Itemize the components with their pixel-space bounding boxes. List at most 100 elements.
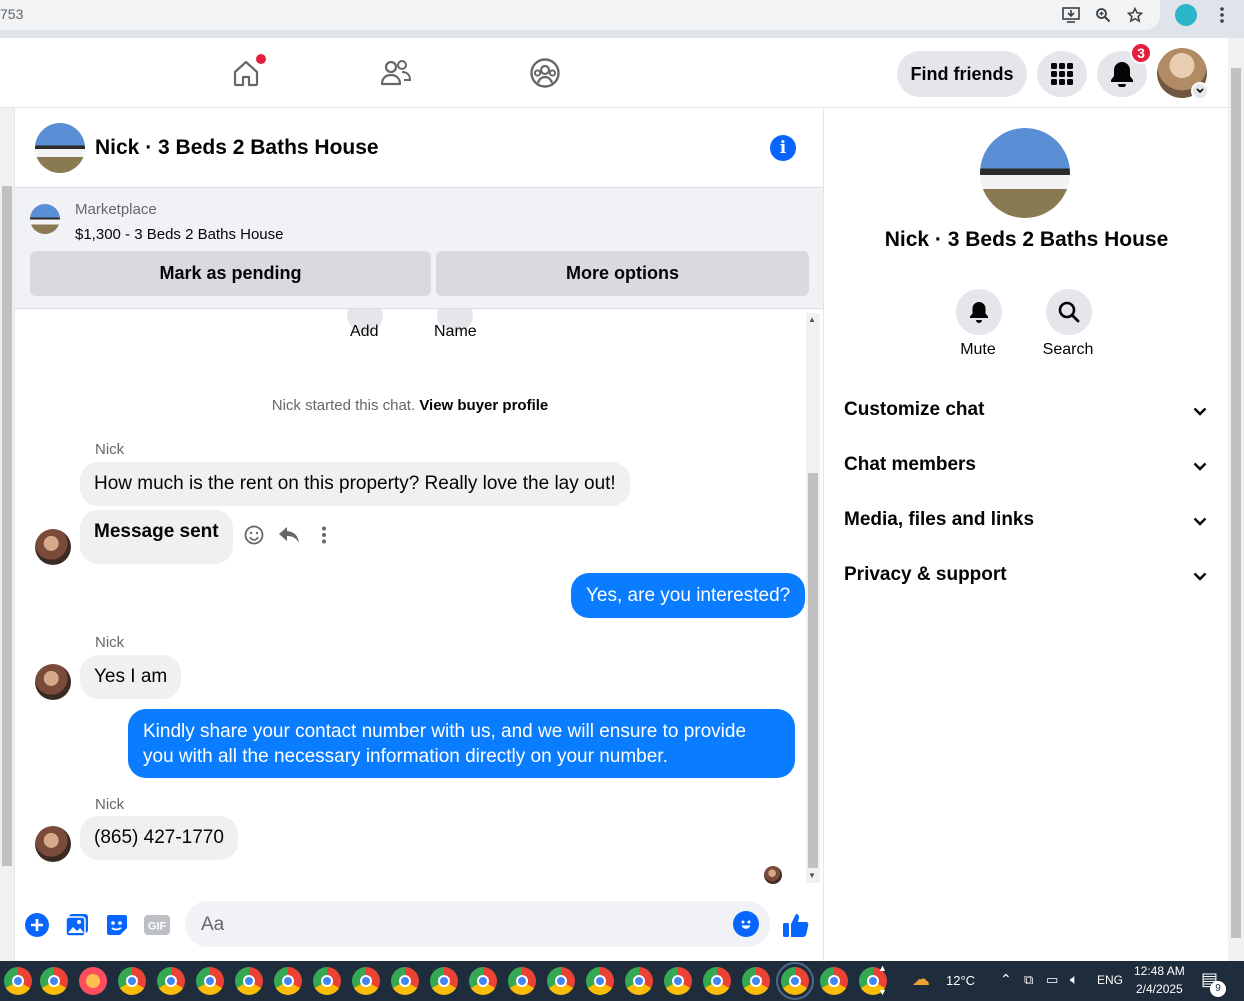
more-options-button[interactable]: More options <box>436 251 809 296</box>
windows-taskbar: ▲ ▼ ☁ 12°C ⌃ ⧉ ▭ 🔈︎ ENG 12:48 AM 2/4/202… <box>0 961 1244 1001</box>
meet-now-icon[interactable]: ⧉ <box>1024 972 1033 988</box>
taskbar-scroll-up-icon[interactable]: ▲ <box>878 963 887 973</box>
section-label: Customize chat <box>844 399 985 420</box>
zoom-icon[interactable] <box>1092 4 1114 26</box>
friends-icon[interactable] <box>379 56 413 90</box>
chat-title[interactable]: Nick · 3 Beds 2 Baths House <box>95 136 379 160</box>
browser-profile-icon[interactable] <box>1175 4 1197 26</box>
language-indicator[interactable]: ENG <box>1097 973 1123 987</box>
incoming-message[interactable]: Yes I am <box>80 655 182 699</box>
chrome-taskbar-icon[interactable] <box>625 967 653 995</box>
chat-avatar[interactable] <box>35 123 85 173</box>
chrome-taskbar-icon[interactable] <box>352 967 380 995</box>
listing-title[interactable]: $1,300 - 3 Beds 2 Baths House <box>75 226 283 243</box>
left-scrollbar[interactable] <box>0 108 14 961</box>
messages-scrollbar[interactable]: ▲ ▼ <box>806 313 820 883</box>
account-chevron-down-icon[interactable] <box>1191 82 1209 100</box>
reply-icon[interactable] <box>277 523 301 547</box>
incoming-message[interactable]: (865) 427-1770 <box>80 816 238 860</box>
chevron-down-icon <box>1191 399 1209 423</box>
search-in-chat-button[interactable] <box>1046 289 1092 335</box>
message-input[interactable]: Aa <box>185 901 770 947</box>
scroll-up-arrow[interactable]: ▲ <box>808 315 816 324</box>
like-thumb-icon[interactable] <box>782 911 810 939</box>
photo-icon[interactable] <box>63 911 91 939</box>
chrome-taskbar-icon[interactable] <box>703 967 731 995</box>
taskbar-scroll-down-icon[interactable]: ▼ <box>878 987 887 997</box>
nick-avatar[interactable] <box>35 826 71 862</box>
chat-info-avatar[interactable] <box>980 128 1070 218</box>
marketplace-label: Marketplace <box>75 201 157 218</box>
view-buyer-profile-link[interactable]: View buyer profile <box>419 397 548 414</box>
seen-receipt-avatar <box>764 866 782 884</box>
grid-icon <box>1051 63 1073 85</box>
chrome-taskbar-icon[interactable] <box>820 967 848 995</box>
chrome-taskbar-icon[interactable] <box>4 967 32 995</box>
left-scrollbar-thumb[interactable] <box>2 186 12 866</box>
menu-grid-button[interactable] <box>1037 51 1087 97</box>
nick-avatar[interactable] <box>35 664 71 700</box>
incoming-message[interactable]: How much is the rent on this property? R… <box>80 462 630 506</box>
home-icon[interactable] <box>229 54 266 90</box>
messages-scrollbar-thumb[interactable] <box>808 473 818 868</box>
chrome-taskbar-icon[interactable] <box>40 967 68 995</box>
notification-badge: 3 <box>1130 42 1152 64</box>
chrome-taskbar-icon[interactable] <box>391 967 419 995</box>
chrome-taskbar-icon[interactable] <box>664 967 692 995</box>
plus-icon[interactable] <box>23 911 51 939</box>
more-options-icon[interactable] <box>312 523 336 547</box>
chrome-taskbar-icon[interactable] <box>469 967 497 995</box>
chrome-taskbar-icon[interactable] <box>430 967 458 995</box>
chrome-taskbar-icon[interactable] <box>235 967 263 995</box>
media-files-links-section[interactable]: Media, files and links <box>844 509 1209 533</box>
chrome-taskbar-icon[interactable] <box>547 967 575 995</box>
network-icon[interactable]: ▭ <box>1046 972 1058 988</box>
weather-icon[interactable]: ☁ <box>912 969 930 990</box>
chrome-taskbar-icon[interactable] <box>742 967 770 995</box>
react-emoji-icon[interactable] <box>242 523 266 547</box>
privacy-support-section[interactable]: Privacy & support <box>844 564 1209 588</box>
emoji-icon[interactable] <box>733 911 759 937</box>
chat-members-section[interactable]: Chat members <box>844 454 1209 478</box>
groups-icon[interactable] <box>528 56 562 90</box>
temperature[interactable]: 12°C <box>946 973 975 988</box>
firefox-taskbar-icon[interactable] <box>79 967 107 995</box>
home-notification-dot <box>256 54 266 64</box>
volume-icon[interactable]: 🔈︎ <box>1070 971 1078 988</box>
outgoing-message[interactable]: Kindly share your contact number with us… <box>128 709 795 778</box>
taskbar-icon-center <box>828 975 840 987</box>
outgoing-message[interactable]: Yes, are you interested? <box>571 573 805 618</box>
scroll-down-arrow[interactable]: ▼ <box>808 871 816 880</box>
notification-count-badge: 9 <box>1210 981 1226 997</box>
taskbar-icon-center <box>243 975 255 987</box>
page-scrollbar-thumb[interactable] <box>1231 68 1241 938</box>
info-icon[interactable]: i <box>770 135 796 161</box>
browser-menu-icon[interactable] <box>1211 4 1233 26</box>
chrome-taskbar-icon[interactable] <box>776 962 814 1000</box>
customize-chat-section[interactable]: Customize chat <box>844 399 1209 423</box>
message-sent-bubble[interactable]: Message sent <box>80 510 233 564</box>
chrome-taskbar-icon[interactable] <box>118 967 146 995</box>
chrome-taskbar-icon[interactable] <box>196 967 224 995</box>
gif-icon[interactable]: GIF <box>143 911 171 939</box>
nick-avatar[interactable] <box>35 529 71 565</box>
address-bar[interactable]: 753 <box>0 0 1160 30</box>
install-app-icon[interactable] <box>1060 4 1082 26</box>
clock-date[interactable]: 2/4/2025 <box>1136 982 1183 996</box>
listing-thumbnail[interactable] <box>30 204 60 234</box>
tray-chevron-up-icon[interactable]: ⌃ <box>1000 971 1012 988</box>
find-friends-button[interactable]: Find friends <box>897 51 1027 97</box>
taskbar-icon-center <box>204 975 216 987</box>
sticker-icon[interactable] <box>103 911 131 939</box>
chrome-taskbar-icon[interactable] <box>274 967 302 995</box>
mark-as-pending-button[interactable]: Mark as pending <box>30 251 431 296</box>
clock-time[interactable]: 12:48 AM <box>1134 964 1185 978</box>
mute-button[interactable] <box>956 289 1002 335</box>
bookmark-star-icon[interactable] <box>1124 4 1146 26</box>
section-label: Privacy & support <box>844 564 1007 585</box>
chrome-taskbar-icon[interactable] <box>313 967 341 995</box>
chrome-taskbar-icon[interactable] <box>157 967 185 995</box>
page-scrollbar[interactable] <box>1228 38 1244 961</box>
chrome-taskbar-icon[interactable] <box>508 967 536 995</box>
chrome-taskbar-icon[interactable] <box>586 967 614 995</box>
